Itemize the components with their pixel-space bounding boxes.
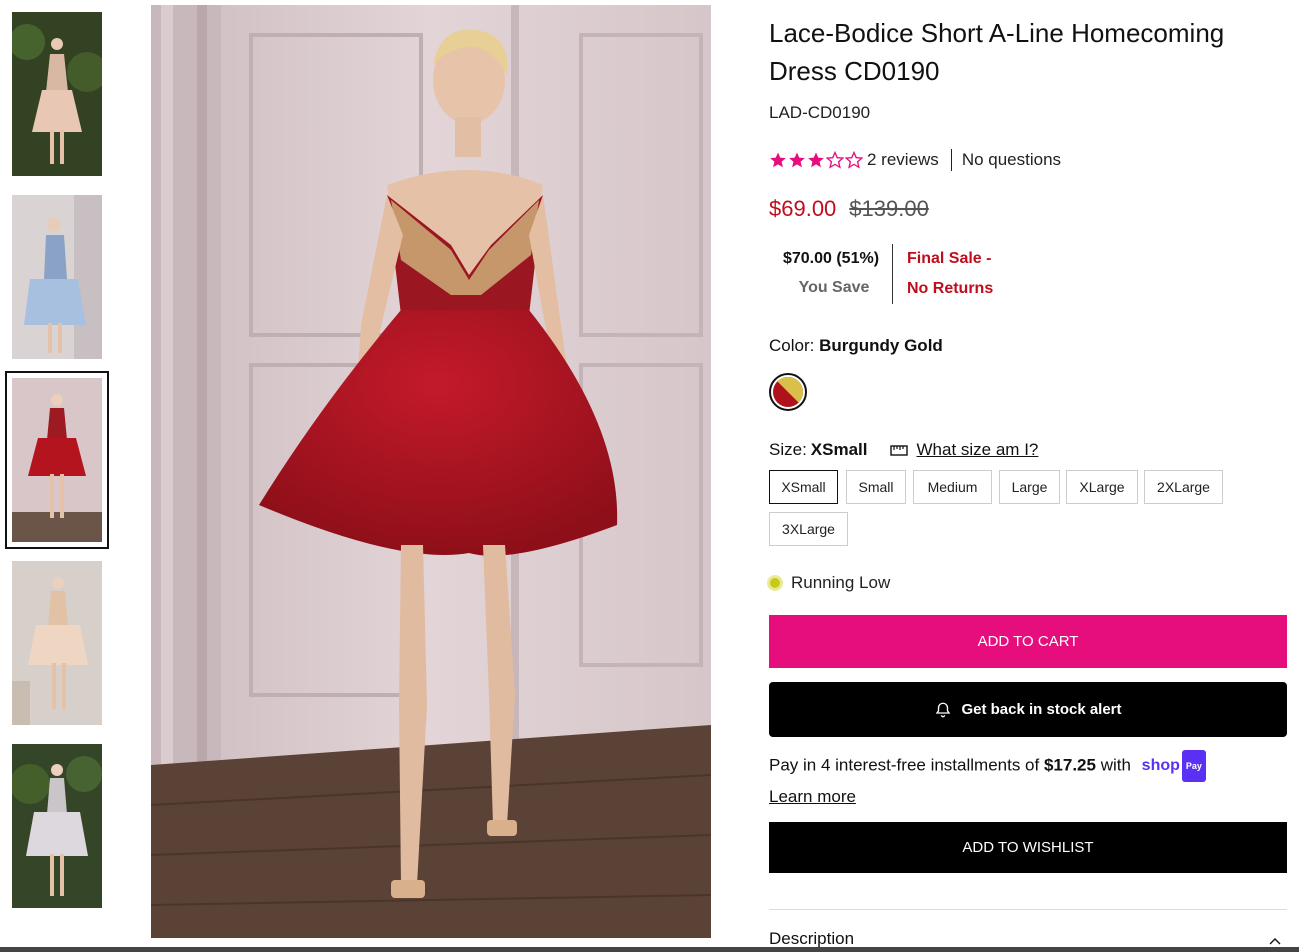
learn-more-link[interactable]: Learn more bbox=[769, 782, 856, 812]
divider bbox=[892, 244, 893, 304]
star-filled-icon bbox=[789, 152, 805, 168]
questions-link[interactable]: No questions bbox=[962, 150, 1061, 170]
stock-alert-button[interactable]: Get back in stock alert bbox=[769, 682, 1287, 737]
chevron-up-icon bbox=[1269, 938, 1281, 945]
final-sale-notice: Final Sale - No Returns bbox=[907, 244, 1017, 304]
save-amount: $70.00 (51%) bbox=[782, 250, 880, 267]
thumbnail-2[interactable] bbox=[12, 195, 102, 359]
swatch-fill bbox=[773, 377, 803, 407]
star-rating[interactable] bbox=[769, 151, 863, 169]
bell-icon bbox=[936, 702, 951, 717]
final-sale-line: Final Sale - bbox=[907, 250, 992, 267]
size-label: Size: bbox=[769, 440, 807, 459]
color-swatch-burgundy-gold[interactable] bbox=[769, 373, 807, 411]
star-filled-icon bbox=[770, 152, 786, 168]
stock-indicator-icon bbox=[767, 575, 783, 591]
size-option-medium[interactable]: Medium bbox=[913, 470, 992, 504]
stock-status: Running Low bbox=[767, 573, 891, 593]
product-sku: LAD-CD0190 bbox=[769, 103, 871, 122]
size-option-small[interactable]: Small bbox=[846, 470, 906, 504]
thumbnail-5[interactable] bbox=[12, 744, 102, 908]
color-label: Color: bbox=[769, 336, 815, 355]
shop-pay-pill: Pay bbox=[1181, 750, 1206, 782]
size-option-2xlarge[interactable]: 2XLarge bbox=[1144, 470, 1223, 504]
divider bbox=[769, 909, 1287, 910]
size-option-xsmall[interactable]: XSmall bbox=[769, 470, 838, 504]
add-to-cart-button[interactable]: ADD TO CART bbox=[769, 615, 1287, 668]
size-value: XSmall bbox=[810, 440, 868, 459]
shop-pay-word: shop bbox=[1141, 757, 1180, 774]
installments-prefix: Pay in 4 interest-free installments of bbox=[769, 755, 1044, 775]
shop-pay-installments: Pay in 4 interest-free installments of $… bbox=[769, 750, 1269, 812]
size-option-xlarge[interactable]: XLarge bbox=[1066, 470, 1138, 504]
thumbnail-4[interactable] bbox=[12, 561, 102, 725]
stock-status-text: Running Low bbox=[791, 573, 891, 592]
star-filled-icon bbox=[808, 152, 824, 168]
add-to-wishlist-label: ADD TO WISHLIST bbox=[962, 839, 1094, 856]
rating-row: 2 reviews No questions bbox=[769, 147, 1061, 173]
sale-price: $69.00 bbox=[769, 196, 837, 221]
add-to-wishlist-button[interactable]: ADD TO WISHLIST bbox=[769, 822, 1287, 873]
size-label-row: Size: XSmall What size am I? bbox=[769, 438, 1038, 462]
shop-pay-logo: shop Pay bbox=[1142, 750, 1206, 782]
installments-suffix: with bbox=[1095, 755, 1131, 775]
color-label-row: Color: Burgundy Gold bbox=[769, 336, 943, 356]
final-sale-line: No Returns bbox=[907, 280, 994, 297]
ruler-icon bbox=[889, 445, 908, 456]
product-title: Lace-Bodice Short A-Line Homecoming Dres… bbox=[769, 18, 1225, 86]
description-accordion[interactable]: Description bbox=[769, 929, 1287, 949]
original-price: $139.00 bbox=[849, 196, 929, 221]
star-empty-icon bbox=[826, 151, 844, 169]
page-bottom-edge bbox=[0, 947, 1299, 952]
thumbnail-3-selected[interactable] bbox=[5, 371, 109, 549]
star-empty-icon bbox=[845, 151, 863, 169]
price-row: $69.00 $139.00 bbox=[769, 196, 929, 222]
description-label: Description bbox=[769, 929, 855, 948]
main-product-image[interactable] bbox=[151, 5, 711, 938]
size-guide-text[interactable]: What size am I? bbox=[917, 440, 1039, 460]
divider bbox=[950, 149, 952, 171]
size-option-3xlarge[interactable]: 3XLarge bbox=[769, 512, 848, 546]
add-to-cart-label: ADD TO CART bbox=[977, 633, 1079, 650]
installments-amount: $17.25 bbox=[1043, 755, 1096, 775]
color-value: Burgundy Gold bbox=[819, 336, 943, 355]
reviews-link[interactable]: 2 reviews bbox=[867, 150, 939, 170]
size-option-large[interactable]: Large bbox=[999, 470, 1060, 504]
thumbnail-1[interactable] bbox=[12, 12, 102, 176]
save-label: You Save bbox=[798, 279, 870, 296]
size-guide-link[interactable]: What size am I? bbox=[889, 440, 1039, 460]
you-save-box: $70.00 (51%) You Save bbox=[769, 244, 893, 306]
stock-alert-label: Get back in stock alert bbox=[961, 701, 1122, 718]
